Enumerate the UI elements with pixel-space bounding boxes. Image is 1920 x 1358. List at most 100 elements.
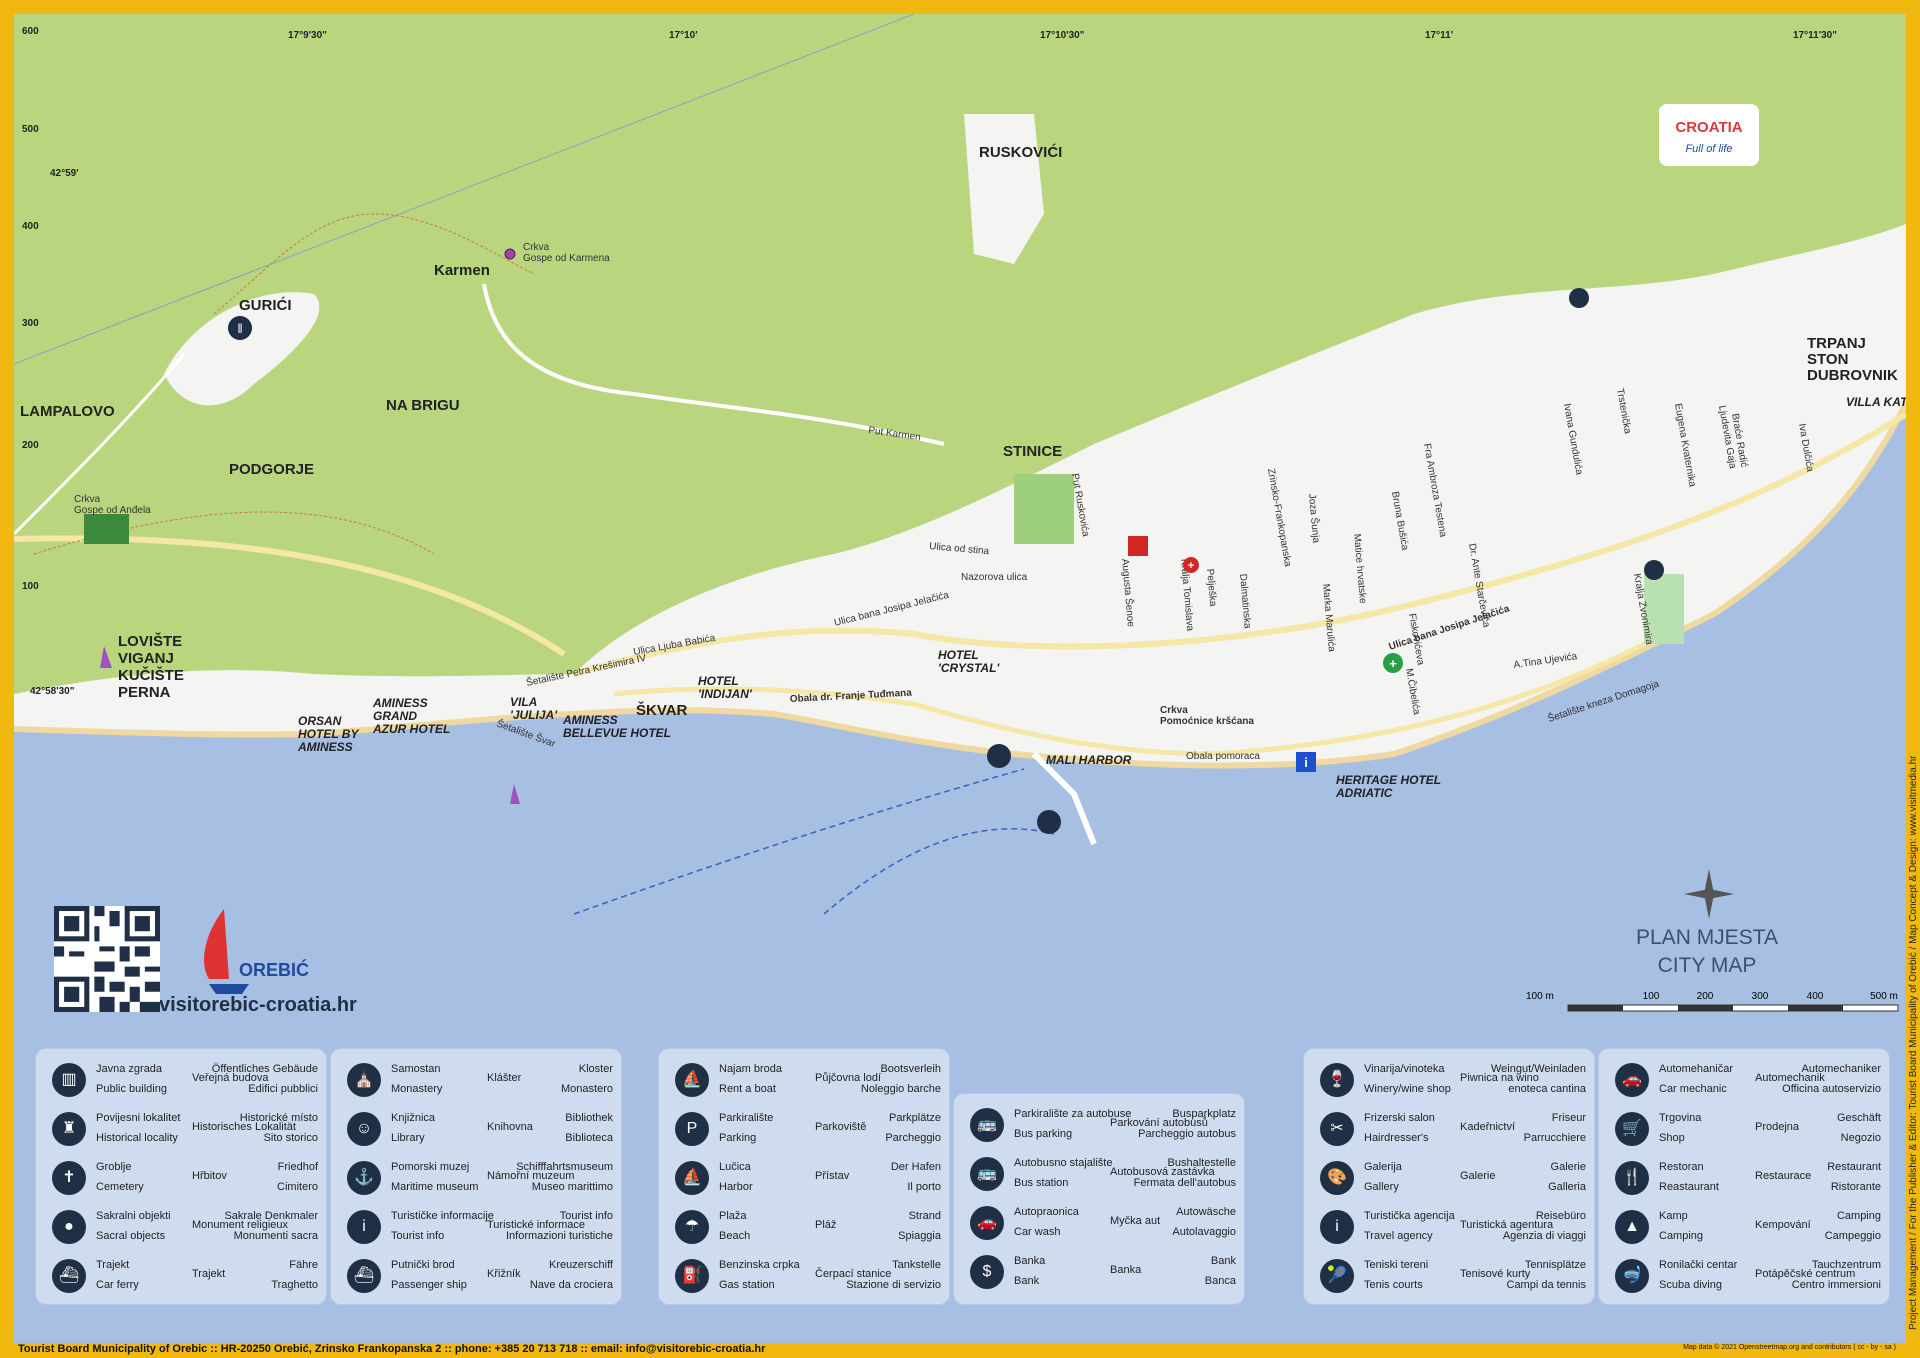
street-obala-pomorca: Obala pomoraca <box>1186 751 1260 762</box>
legend-label-en: Hairdresser's <box>1364 1132 1429 1144</box>
lon-5: 17°11'30" <box>1793 30 1837 41</box>
bus-station-icon[interactable] <box>1644 560 1664 580</box>
svg-text:500 m: 500 m <box>1870 991 1898 1002</box>
legend-item: 🚌 Autobusno stajalište Bushaltestelle Autob… <box>960 1153 1236 1195</box>
city-map[interactable]: 600 500 400 300 200 100 17°9'30" 17°10' … <box>14 14 1906 1343</box>
hotel-orsan-1: ORSAN <box>298 714 342 728</box>
legend-label-it: Campi da tennis <box>1506 1279 1587 1291</box>
place-dubrovnik: DUBROVNIK <box>1807 367 1898 384</box>
legend-item: ☂ Plaža Strand Pláž Beach Spiaggia <box>665 1206 941 1248</box>
legend-label-en: Monastery <box>391 1083 443 1095</box>
legend-group-1: ▥ Javna zgrada Öffentliches Gebäude Veřejná… <box>36 1049 326 1304</box>
poi-crkva-pomocnice-1: Crkva <box>1160 705 1188 716</box>
poi-crkva-andela-2: Gospe od Anđela <box>74 505 151 516</box>
legend-label-cz: Kadeřnictví <box>1460 1121 1516 1133</box>
hotel-crystal-1: HOTEL <box>938 648 979 662</box>
hotel-bellevue-2: BELLEVUE HOTEL <box>563 726 671 740</box>
legend-label-en: Gallery <box>1364 1181 1399 1193</box>
legend-label-cz: Galerie <box>1460 1170 1496 1182</box>
hairdresser-icon: ✂ <box>1320 1112 1354 1146</box>
legend-label-it: Negozio <box>1840 1132 1881 1144</box>
legend-label-de: Geschäft <box>1836 1112 1881 1124</box>
church-icon[interactable] <box>504 248 516 260</box>
legend-label-en: Reastaurant <box>1659 1181 1719 1193</box>
legend-label-it: Banca <box>1204 1275 1236 1287</box>
legend-label-hr: Putnički brod <box>391 1259 455 1271</box>
elev-200: 200 <box>22 440 39 451</box>
shop-icon: 🛒 <box>1615 1112 1649 1146</box>
elev-600: 600 <box>22 26 39 37</box>
legend-label-de: Bootsverleih <box>880 1063 941 1075</box>
pharmacy-icon[interactable]: + <box>1383 653 1403 673</box>
legend-label-it: Traghetto <box>271 1279 318 1291</box>
restaurant-icon[interactable]: ǁ <box>228 316 252 340</box>
legend-label-it: Biblioteca <box>565 1132 613 1144</box>
windsurf-icon-2[interactable] <box>510 784 520 804</box>
legend-label-hr: Autopraonica <box>1014 1206 1079 1218</box>
legend-label-hr: Plaža <box>719 1210 747 1222</box>
passenger-ship-icon[interactable] <box>987 744 1011 768</box>
beach-icon: ☂ <box>675 1210 709 1244</box>
place-villa-katarina: VILLA KATARINA <box>1846 395 1906 409</box>
tennis-icon[interactable] <box>1569 288 1589 308</box>
legend-label-it: Cimitero <box>277 1181 318 1193</box>
diving-icon: 🤿 <box>1615 1259 1649 1293</box>
lon-3: 17°10'30" <box>1040 30 1085 41</box>
legend-item: ⛽ Benzinska crpka Tankstelle Čerpací stanic… <box>665 1255 941 1297</box>
legend-label-de: Friedhof <box>277 1161 318 1173</box>
hotel-adriatic-1: HERITAGE HOTEL <box>1336 773 1441 787</box>
legend-label-hr: Autobusno stajalište <box>1014 1157 1113 1169</box>
legend-label-it: Fermata dell'autobus <box>1133 1177 1236 1189</box>
legend-label-de: Bank <box>1210 1255 1236 1267</box>
place-stinice: STINICE <box>1003 443 1062 460</box>
hotel-grand-3: AZUR HOTEL <box>372 722 450 736</box>
legend-item: ▥ Javna zgrada Öffentliches Gebäude Veřejná… <box>42 1059 318 1101</box>
winery-icon: 🍷 <box>1320 1063 1354 1097</box>
legend-item: ♜ Povijesni lokalitet Historické místo Hist… <box>42 1108 318 1150</box>
legend-item: 🚗 Automehaničar Automechaniker Automechanik… <box>1605 1059 1881 1101</box>
svg-text:200: 200 <box>1697 991 1714 1002</box>
side-credit: Project Management / For the Publisher &… <box>1908 755 1919 1330</box>
legend-label-en: Car mechanic <box>1659 1083 1727 1095</box>
legend-group-2: ⛪ Samostan Kloster Klášter Monastery Monaster… <box>331 1049 621 1304</box>
legend-item: ⛴ Putnički brod Kreuzerschiff Křižník Passen… <box>337 1255 613 1297</box>
place-gurici: GURIĆI <box>239 296 292 314</box>
elev-400: 400 <box>22 221 39 232</box>
legend-label-de: Kreuzerschiff <box>549 1259 613 1271</box>
legend-label-en: Camping <box>1659 1230 1704 1242</box>
hotel-adriatic-2: ADRIATIC <box>1335 786 1393 800</box>
monastery-icon: ⛪ <box>347 1063 381 1097</box>
legend-label-de: Parkplätze <box>889 1112 941 1124</box>
legend-label-hr: Automehaničar <box>1659 1063 1733 1075</box>
legend-group-5: 🍷 Vinarija/vinoteka Weingut/Weinladen Piwni… <box>1304 1049 1594 1304</box>
legend-label-it: Ristorante <box>1830 1181 1881 1193</box>
street-nazorova: Nazorova ulica <box>961 572 1028 583</box>
legend-item: ● Sakralni objekti Sakrale Denkmaler Monume… <box>42 1206 318 1248</box>
legend-label-hr: Restoran <box>1659 1161 1704 1173</box>
svg-text:400: 400 <box>1807 991 1824 1002</box>
legend-group-6: 🚗 Automehaničar Automechaniker Automechanik… <box>1599 1049 1889 1304</box>
bus-station-icon: 🚌 <box>970 1157 1004 1191</box>
elev-100: 100 <box>22 581 39 592</box>
fire-station-icon[interactable] <box>1128 536 1148 556</box>
qr-code[interactable] <box>54 906 160 1012</box>
legend-item: ✝ Groblje Friedhof Hřbitov Cemetery Cimitero <box>42 1157 318 1199</box>
legend-label-hr: Kamp <box>1659 1210 1688 1222</box>
poi-mali-harbor: MALI HARBOR <box>1046 753 1132 767</box>
hotel-indijan-2: 'INDIJAN' <box>698 687 753 701</box>
hotel-grand-2: GRAND <box>373 709 417 723</box>
info-icon[interactable]: i <box>1296 752 1316 772</box>
place-skvar: ŠKVAR <box>636 701 688 719</box>
hospital-icon[interactable]: + <box>1183 557 1199 573</box>
bus-parking-icon: 🚌 <box>970 1108 1004 1142</box>
legend-label-cz: Parkoviště <box>815 1121 867 1133</box>
lat-1: 42°59' <box>50 168 79 179</box>
legend-label-de: Strand <box>908 1210 941 1222</box>
footer-contact: Tourist Board Municipality of Orebic :: … <box>18 1343 766 1355</box>
svg-text:100 m: 100 m <box>1526 991 1554 1002</box>
gallery-icon: 🎨 <box>1320 1161 1354 1195</box>
tourist-info-icon: i <box>347 1210 381 1244</box>
legend-label-hr: Frizerski salon <box>1364 1112 1435 1124</box>
svg-text:300: 300 <box>1752 991 1769 1002</box>
ferry-icon[interactable] <box>1037 810 1061 834</box>
